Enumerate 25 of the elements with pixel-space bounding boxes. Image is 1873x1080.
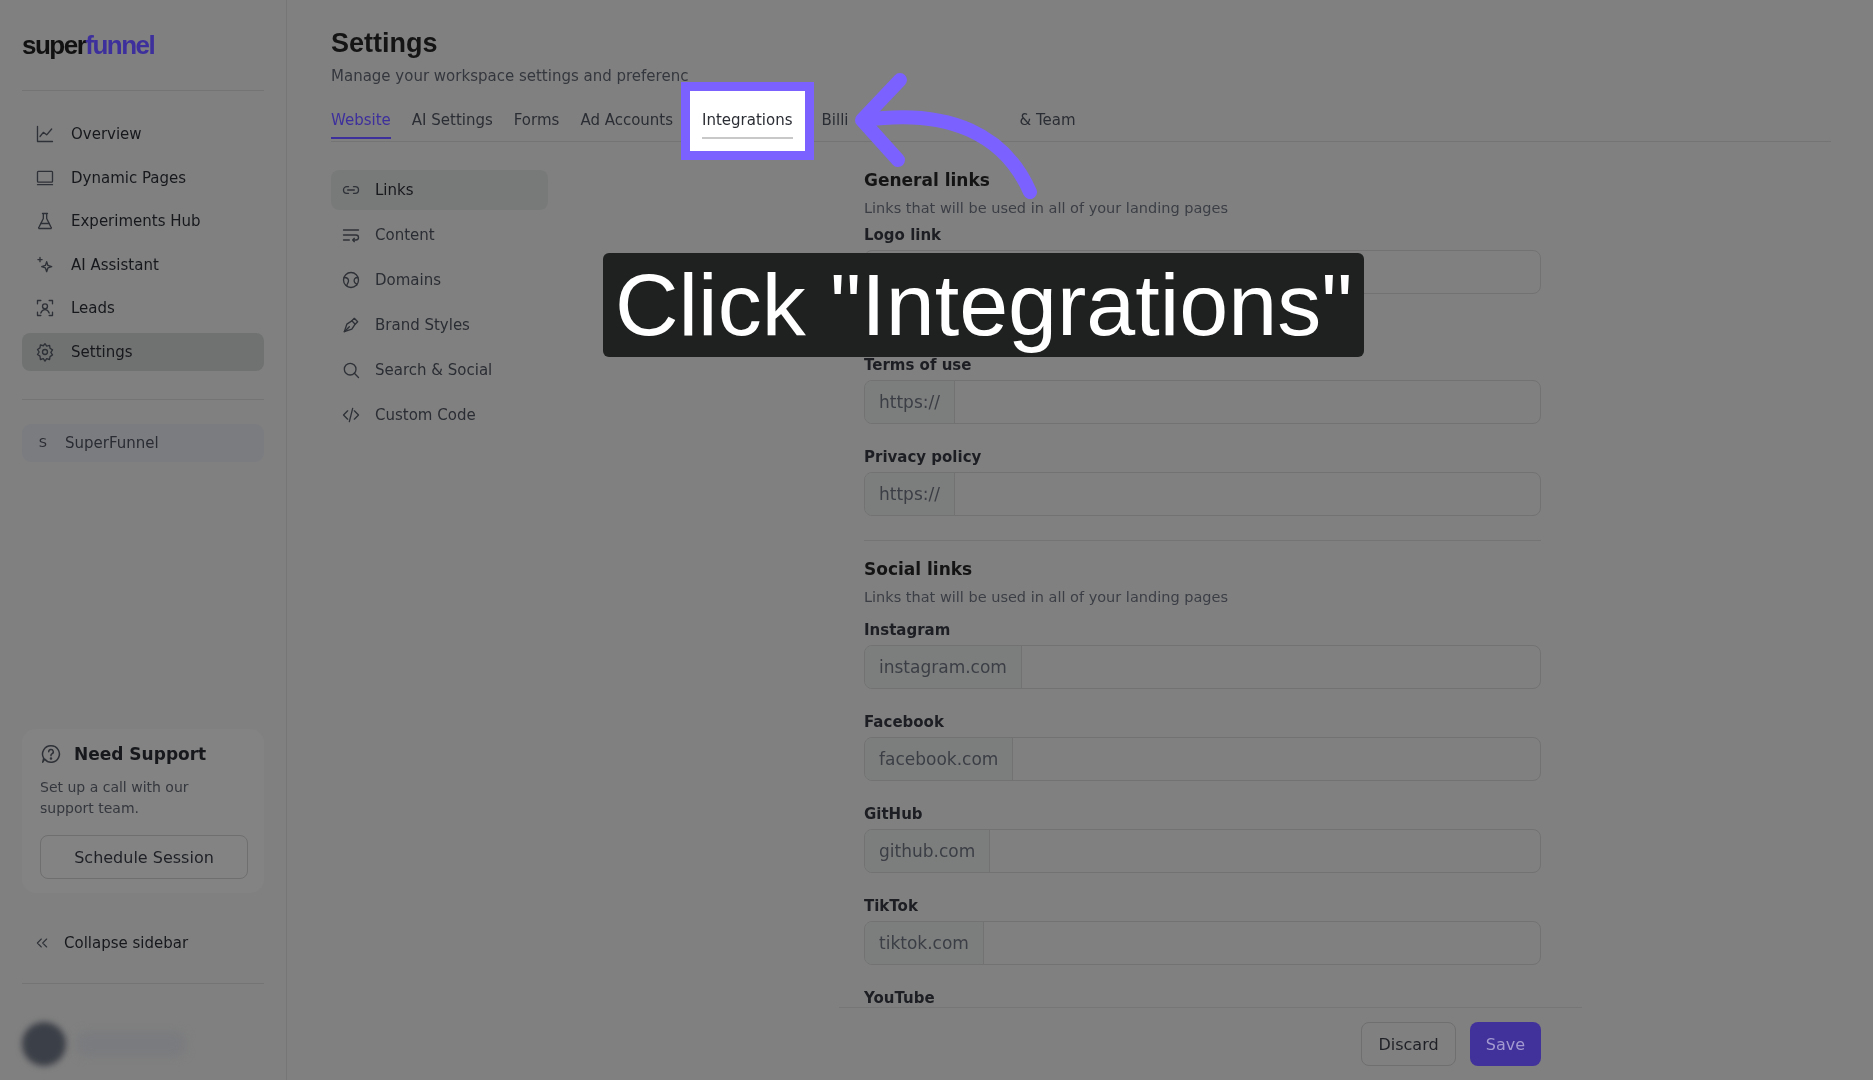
field-label: Logo link: [864, 226, 943, 244]
instruction-tooltip: Click "Integrations": [603, 253, 1365, 357]
url-prefix: instagram.com: [865, 646, 1022, 688]
section-description: Links that will be used in all of your landing pages: [864, 200, 1229, 216]
support-text: Set up a call with our support team.: [40, 778, 190, 818]
field-label: TikTok: [864, 897, 919, 915]
page-title: Settings: [331, 28, 439, 59]
page-subtitle: Manage your workspace settings and preferenc: [331, 67, 690, 87]
field-label: Terms of use: [864, 356, 973, 374]
section-title: General links: [864, 170, 991, 190]
url-prefix: github.com: [865, 830, 991, 872]
workspace-name: SuperFunnel: [65, 433, 159, 452]
field-label: Privacy policy: [864, 448, 983, 466]
url-prefix: facebook.com: [865, 738, 1014, 780]
field-label: Instagram: [864, 621, 952, 639]
support-title: Need Support: [74, 744, 207, 764]
url-prefix: tiktok.com: [865, 922, 984, 964]
url-prefix: https://: [865, 381, 955, 423]
field-label: Facebook: [864, 713, 945, 731]
section-title: Social links: [864, 559, 974, 579]
section-description: Links that will be used in all of your landing pages: [864, 589, 1229, 605]
field-label: YouTube: [864, 989, 936, 1007]
url-prefix: https://: [865, 473, 955, 515]
workspace-initial: S: [37, 435, 49, 450]
field-label: GitHub: [864, 805, 924, 823]
